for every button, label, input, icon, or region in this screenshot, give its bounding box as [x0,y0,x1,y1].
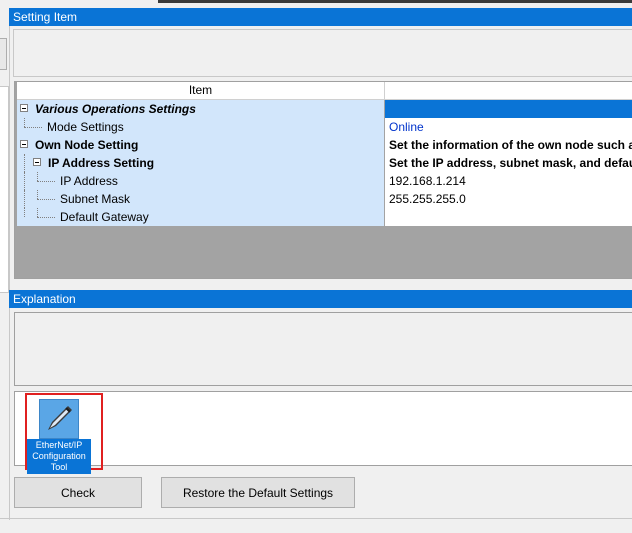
collapse-icon[interactable] [20,140,28,148]
collapse-icon[interactable] [20,104,28,112]
row-value[interactable]: Set the information of the own node such… [385,136,632,154]
row-default-gateway[interactable]: Default Gateway [17,208,632,226]
setting-toolbar-area [13,29,632,77]
row-value[interactable]: Set the IP address, subnet mask, and def… [385,154,632,172]
row-label: Own Node Setting [35,138,139,152]
row-value[interactable]: 192.168.1.214 [385,172,632,190]
tool-label[interactable]: EtherNet/IP Configuration Tool [27,439,91,474]
row-value[interactable]: 255.255.255.0 [385,190,632,208]
collapse-icon[interactable] [33,158,41,166]
left-pane [0,8,10,520]
row-label: IP Address [60,174,118,188]
row-value[interactable]: Online [385,118,632,136]
tool-area [14,391,632,466]
row-subnet-mask[interactable]: Subnet Mask 255.255.255.0 [17,190,632,208]
left-pane-button[interactable] [0,38,7,70]
restore-default-settings-button[interactable]: Restore the Default Settings [161,477,355,508]
pencil-icon[interactable] [39,399,79,439]
explanation-header: Explanation [9,290,632,308]
row-label: Various Operations Settings [35,102,196,116]
grid-header: Item [17,82,632,100]
row-label: IP Address Setting [48,156,155,170]
explanation-text-area [14,312,632,386]
check-button[interactable]: Check [14,477,142,508]
row-value[interactable] [385,100,632,118]
row-mode-settings[interactable]: Mode Settings Online [17,118,632,136]
row-ip-address-setting[interactable]: IP Address Setting Set the IP address, s… [17,154,632,172]
tool-launcher[interactable]: EtherNet/IP Configuration Tool [25,393,103,474]
bottom-divider [0,518,632,519]
setting-item-header: Setting Item [9,8,632,26]
row-various-operations-settings[interactable]: Various Operations Settings [17,100,632,118]
row-ip-address[interactable]: IP Address 192.168.1.214 [17,172,632,190]
row-label: Subnet Mask [60,192,131,206]
settings-grid[interactable]: Item Various Operations Settings Mode Se… [14,81,632,279]
top-strip [0,0,632,8]
row-own-node-setting[interactable]: Own Node Setting Set the information of … [17,136,632,154]
left-pane-panel [0,86,9,293]
row-value[interactable] [385,208,632,226]
column-header-item[interactable]: Item [17,82,385,99]
row-label: Mode Settings [47,120,124,134]
row-label: Default Gateway [60,210,149,224]
window-edge [158,0,632,3]
